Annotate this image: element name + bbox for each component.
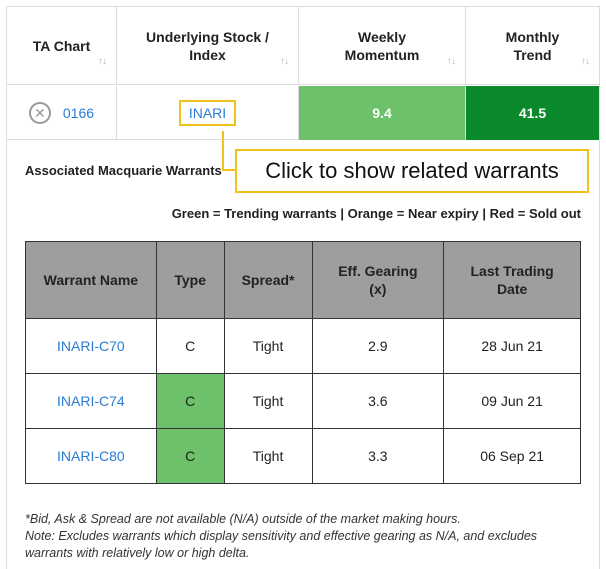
col-ta-chart[interactable]: TA Chart ↑↓ <box>7 7 117 85</box>
warrant-gearing: 2.9 <box>311 318 445 374</box>
sort-icon[interactable]: ↑↓ <box>280 53 289 71</box>
sort-icon[interactable]: ↑↓ <box>581 53 590 71</box>
footnote: *Bid, Ask & Spread are not available (N/… <box>25 511 585 562</box>
warrant-spread: Tight <box>223 373 313 429</box>
warrant-last-date: 06 Sep 21 <box>443 428 581 484</box>
col-spread: Spread* <box>223 241 313 319</box>
callout-connector <box>222 169 236 171</box>
warrant-gearing: 3.6 <box>311 373 445 429</box>
results-panel: TA Chart ↑↓ Underlying Stock / Index ↑↓ … <box>6 6 600 569</box>
warrant-last-date: 09 Jun 21 <box>443 373 581 429</box>
table-row: ✕ 0166 INARI 9.4 41.5 <box>7 86 599 140</box>
underlying-cell: INARI <box>117 86 299 140</box>
col-eff-gearing: Eff. Gearing (x) <box>311 241 445 319</box>
monthly-trend-value: 41.5 <box>466 86 599 140</box>
callout-connector <box>222 131 224 171</box>
close-icon[interactable]: ✕ <box>28 102 51 124</box>
col-warrant-name: Warrant Name <box>25 241 157 319</box>
table-row: INARI-C80 C Tight 3.3 06 Sep 21 <box>25 428 581 484</box>
col-label: TA Chart <box>32 38 91 54</box>
weekly-momentum-value: 9.4 <box>299 86 466 140</box>
warrant-name[interactable]: INARI-C80 <box>25 428 157 484</box>
table-row: INARI-C74 C Tight 3.6 09 Jun 21 <box>25 373 581 429</box>
underlying-link[interactable]: INARI <box>178 100 237 126</box>
footnote-exclusions: Note: Excludes warrants which display se… <box>25 529 538 560</box>
warrant-type: C <box>155 428 225 484</box>
warrant-type: C <box>155 318 225 374</box>
warrant-last-date: 28 Jun 21 <box>443 318 581 374</box>
warrant-type: C <box>155 373 225 429</box>
warrant-name[interactable]: INARI-C74 <box>25 373 157 429</box>
footnote-spread: *Bid, Ask & Spread are not available (N/… <box>25 512 461 526</box>
warrants-header-row: Warrant Name Type Spread* Eff. Gearing (x… <box>25 241 581 319</box>
table-header: TA Chart ↑↓ Underlying Stock / Index ↑↓ … <box>7 7 599 85</box>
color-legend: Green = Trending warrants | Orange = Nea… <box>171 206 581 221</box>
col-type: Type <box>155 241 225 319</box>
stock-code-link[interactable]: 0166 <box>63 105 94 121</box>
col-label: Monthly <box>505 29 560 45</box>
callout-tooltip: Click to show related warrants <box>235 149 589 193</box>
col-label: Index <box>189 47 226 63</box>
sort-icon[interactable]: ↑↓ <box>98 53 107 71</box>
ta-chart-cell: ✕ 0166 <box>7 86 117 140</box>
warrant-gearing: 3.3 <box>311 428 445 484</box>
col-monthly-trend[interactable]: Monthly Trend ↑↓ <box>466 7 599 85</box>
col-label: Weekly <box>357 29 406 45</box>
table-row: INARI-C70 C Tight 2.9 28 Jun 21 <box>25 318 581 374</box>
sort-icon[interactable]: ↑↓ <box>447 53 456 71</box>
col-weekly-momentum[interactable]: Weekly Momentum ↑↓ <box>299 7 466 85</box>
col-label: Underlying Stock / <box>146 29 269 45</box>
warrants-table: Warrant Name Type Spread* Eff. Gearing (x… <box>25 241 581 484</box>
col-last-trading-date: Last Trading Date <box>443 241 581 319</box>
col-label: Trend <box>513 47 552 63</box>
col-label: Momentum <box>344 47 420 63</box>
warrant-spread: Tight <box>223 318 313 374</box>
section-title: Associated Macquarie Warrants <box>25 163 222 178</box>
col-underlying[interactable]: Underlying Stock / Index ↑↓ <box>117 7 299 85</box>
warrant-name[interactable]: INARI-C70 <box>25 318 157 374</box>
warrant-spread: Tight <box>223 428 313 484</box>
